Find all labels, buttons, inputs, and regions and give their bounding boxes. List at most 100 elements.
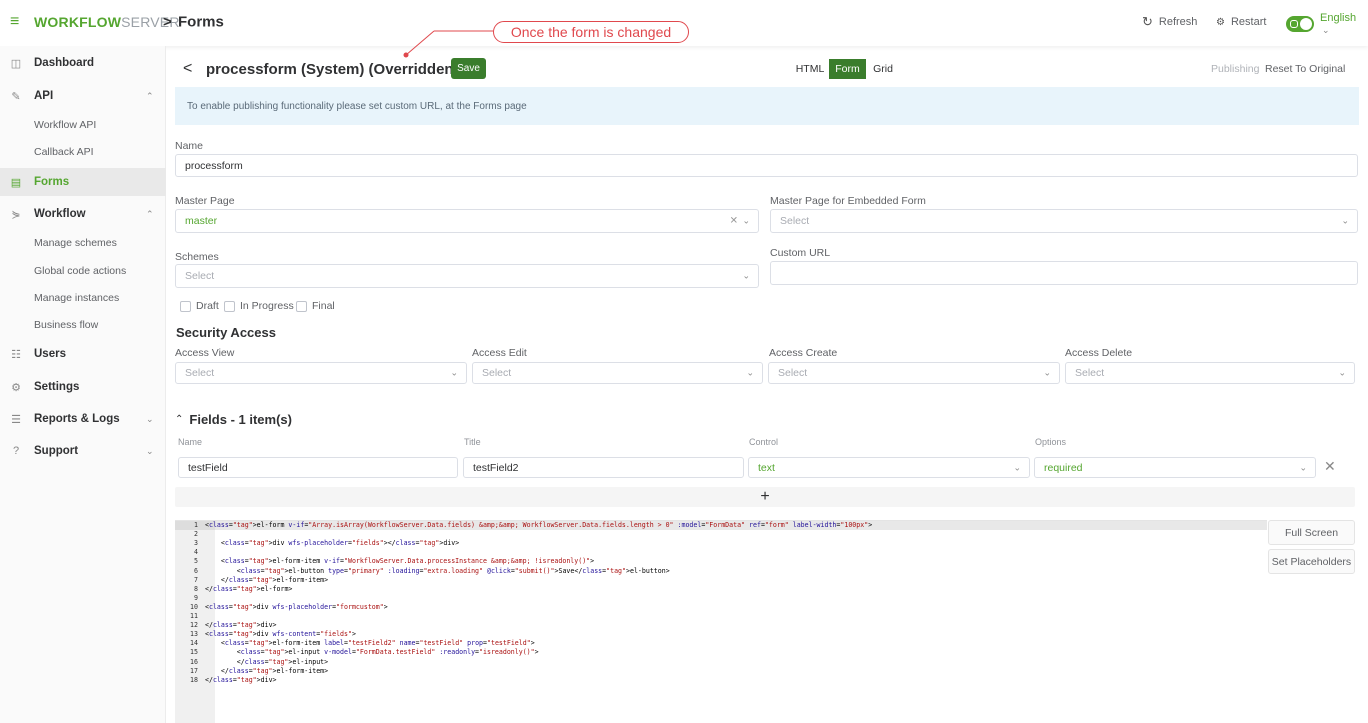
settings-icon: ⚙	[11, 381, 21, 394]
chevron-down-icon: ⌄	[146, 413, 154, 424]
restart-button[interactable]: ⚙ Restart	[1216, 16, 1266, 28]
field-title-input[interactable]: testField2	[463, 457, 744, 478]
access-view-label: Access View	[175, 347, 235, 359]
refresh-icon: ↻	[1142, 14, 1153, 29]
in-progress-checkbox[interactable]: In Progress	[224, 300, 294, 312]
logo[interactable]: WORKFLOWSERVER	[34, 14, 180, 30]
code-line: 18 </class="tag">div>	[190, 675, 277, 684]
name-input[interactable]: processform	[175, 154, 1358, 177]
code-line: 1 <class="tag">el-form v-if="Array.isArra…	[194, 521, 873, 529]
code-line: 14 <class="tag">el-form-item label="test…	[190, 639, 535, 648]
code-line: 15 <class="tag">el-input v-model="FormDa…	[190, 648, 539, 657]
final-checkbox[interactable]: Final	[296, 300, 335, 312]
chevron-down-icon: ⌄	[146, 445, 154, 456]
sidebar-item-global-code-actions[interactable]: Global code actions	[0, 258, 166, 284]
access-edit-select[interactable]: Select ⌄	[472, 362, 763, 384]
code-editor[interactable]: 1 <class="tag">el-form v-if="Array.isArra…	[175, 520, 1267, 723]
sidebar-item-manage-instances[interactable]: Manage instances	[0, 285, 166, 311]
column-header-title: Title	[464, 437, 481, 447]
sidebar-item-users[interactable]: ☷ Users	[0, 341, 166, 367]
schemes-label: Schemes	[175, 251, 219, 263]
reset-to-original-button[interactable]: Reset To Original	[1265, 63, 1345, 75]
reports-icon: ☰	[11, 413, 21, 426]
master-embedded-select[interactable]: Select ⌄	[770, 209, 1358, 233]
code-line: 6 <class="tag">el-button type="primary" …	[194, 566, 670, 575]
callout-label: Once the form is changed	[493, 21, 689, 43]
fields-section-toggle[interactable]: ⌃ Fields - 1 item(s)	[175, 412, 292, 427]
full-screen-button[interactable]: Full Screen	[1268, 520, 1355, 545]
tab-html[interactable]: HTML	[791, 59, 829, 79]
master-page-label: Master Page	[175, 195, 235, 207]
schemes-select[interactable]: Select ⌄	[175, 264, 759, 288]
restart-icon: ⚙	[1216, 16, 1225, 28]
chevron-down-icon: ⌄	[450, 367, 458, 378]
forms-icon: ▤	[10, 176, 22, 189]
chevron-down-icon: ⌄	[1341, 215, 1349, 226]
master-embedded-label: Master Page for Embedded Form	[770, 195, 926, 207]
code-line: 13 <class="tag">div wfs-content="fields">	[190, 630, 356, 639]
code-line: 7 </class="tag">el-form-item>	[194, 575, 329, 584]
publishing-button[interactable]: Publishing	[1211, 63, 1259, 75]
chevron-down-icon: ⌄	[742, 215, 750, 226]
sidebar-item-dashboard[interactable]: ◫ Dashboard	[0, 50, 166, 76]
code-line: 11	[190, 612, 198, 620]
access-edit-label: Access Edit	[472, 347, 527, 359]
access-delete-label: Access Delete	[1065, 347, 1133, 359]
custom-url-label: Custom URL	[770, 247, 831, 259]
language-select[interactable]: English ⌄	[1320, 12, 1368, 36]
sidebar-item-forms[interactable]: ▤ Forms	[0, 168, 166, 196]
tab-form[interactable]: Form	[829, 59, 866, 79]
sidebar-item-callback-api[interactable]: Callback API	[0, 139, 166, 165]
chevron-up-icon: ⌃	[175, 414, 184, 425]
sidebar-item-reports[interactable]: ☰ Reports & Logs ⌄	[0, 406, 166, 432]
code-line: 8 </class="tag">el-form>	[194, 584, 293, 593]
sidebar-item-workflow-api[interactable]: Workflow API	[0, 112, 166, 138]
remove-field-icon[interactable]: ✕	[1324, 458, 1336, 475]
access-delete-select[interactable]: Select ⌄	[1065, 362, 1355, 384]
tab-grid[interactable]: Grid	[866, 59, 900, 79]
security-access-title: Security Access	[176, 325, 276, 340]
access-create-select[interactable]: Select ⌄	[768, 362, 1060, 384]
users-icon: ☷	[11, 348, 21, 361]
menu-icon[interactable]: ≡	[10, 14, 24, 30]
close-icon[interactable]: ✕	[730, 216, 738, 227]
chevron-down-icon: ⌄	[1013, 462, 1021, 472]
theme-toggle[interactable]	[1286, 16, 1314, 32]
sidebar: ◫ Dashboard ✎ API ⌃ Workflow API Callbac…	[0, 46, 166, 723]
code-line: 12 </class="tag">div>	[190, 621, 277, 630]
field-options-select[interactable]: required ⌄	[1034, 457, 1316, 478]
chevron-down-icon: ⌄	[1322, 25, 1330, 35]
column-header-options: Options	[1035, 437, 1067, 447]
code-line: 10 <class="tag">div wfs-placeholder="form…	[190, 602, 388, 611]
api-icon: ✎	[11, 90, 21, 103]
code-line: 3 <class="tag">div wfs-placeholder="fiel…	[194, 539, 460, 548]
chevron-down-icon: ⌄	[1338, 367, 1346, 378]
field-control-select[interactable]: text ⌄	[748, 457, 1030, 478]
sidebar-item-workflow[interactable]: ⋟ Workflow ⌃	[0, 201, 166, 227]
column-header-name: Name	[178, 437, 203, 447]
code-line: 17 </class="tag">el-form-item>	[190, 666, 329, 675]
custom-url-input[interactable]	[770, 261, 1358, 285]
sidebar-item-settings[interactable]: ⚙ Settings	[0, 374, 166, 400]
code-line: 16 </class="tag">el-input>	[190, 657, 329, 666]
access-view-select[interactable]: Select ⌄	[175, 362, 467, 384]
code-line: 5 <class="tag">el-form-item v-if="Workfl…	[194, 557, 595, 566]
master-page-select[interactable]: master ✕ ⌄	[175, 209, 759, 233]
sidebar-item-support[interactable]: ? Support ⌄	[0, 438, 166, 464]
code-line: 9	[194, 593, 198, 602]
chevron-down-icon: ⌄	[1299, 462, 1307, 472]
publishing-alert: To enable publishing functionality pleas…	[175, 87, 1359, 125]
draft-checkbox[interactable]: Draft	[180, 300, 219, 312]
save-button[interactable]: Save	[451, 58, 486, 79]
set-placeholders-button[interactable]: Set Placeholders	[1268, 549, 1355, 574]
refresh-button[interactable]: ↻ Refresh	[1142, 14, 1197, 30]
field-name-input[interactable]: testField	[178, 457, 458, 478]
name-label: Name	[175, 140, 204, 152]
support-icon: ?	[12, 445, 20, 457]
back-button[interactable]: <	[183, 60, 192, 78]
sidebar-item-manage-schemes[interactable]: Manage schemes	[0, 230, 166, 256]
dashboard-icon: ◫	[10, 57, 22, 70]
sidebar-item-api[interactable]: ✎ API ⌃	[0, 83, 166, 109]
add-field-button[interactable]: +	[175, 487, 1355, 507]
sidebar-item-business-flow[interactable]: Business flow	[0, 312, 166, 338]
